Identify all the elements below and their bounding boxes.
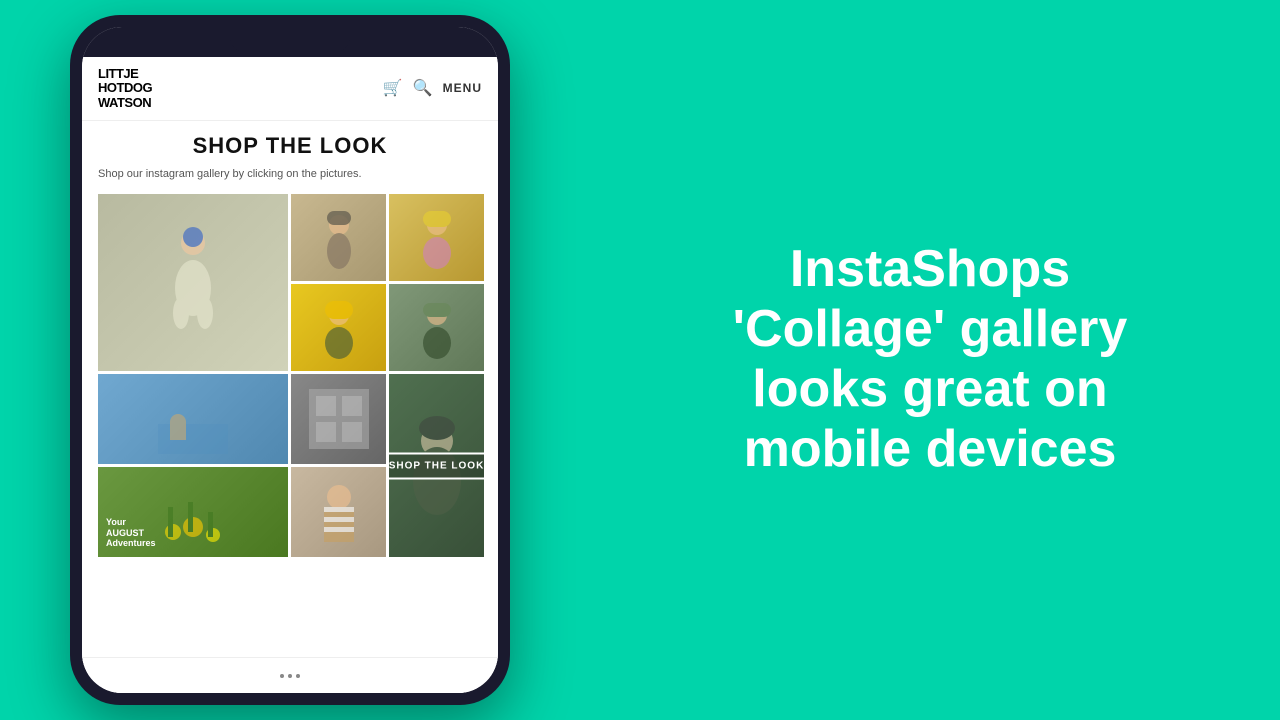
phone-notch — [82, 27, 498, 57]
menu-button[interactable]: MENU — [443, 81, 482, 95]
gallery-cell-flowers[interactable]: Your AUGUST Adventures — [98, 467, 288, 557]
header-icons: 🛒 🔍 MENU — [383, 78, 482, 98]
promo-line-2: 'Collage' gallery — [733, 300, 1128, 360]
gallery-cell-sea[interactable] — [98, 374, 288, 464]
shop-the-look-overlay[interactable]: SHOP THE LOOK — [389, 452, 484, 479]
page-title: SHOP THE LOOK — [98, 133, 482, 159]
search-icon[interactable]: 🔍 — [413, 78, 433, 98]
gallery-cell-window[interactable] — [291, 374, 386, 464]
phone-mockup: LITTJE HOTDOG WATSON 🛒 🔍 MENU SHOP THE L… — [70, 15, 510, 705]
screen-content: SHOP THE LOOK Shop our instagram gallery… — [82, 121, 498, 657]
site-logo: LITTJE HOTDOG WATSON — [98, 67, 152, 110]
gallery-cell-blue-jacket[interactable] — [389, 284, 484, 371]
dot-3 — [296, 674, 300, 678]
dot-1 — [280, 674, 284, 678]
dot-2 — [288, 674, 292, 678]
promo-text: InstaShops 'Collage' gallery looks great… — [733, 240, 1128, 479]
site-header: LITTJE HOTDOG WATSON 🛒 🔍 MENU — [82, 57, 498, 121]
promo-line-3: looks great on — [733, 360, 1128, 420]
page-subtitle: Shop our instagram gallery by clicking o… — [98, 167, 482, 182]
gallery-grid: SHOP THE LOOK — [98, 194, 482, 557]
gallery-cell-dark-hat[interactable]: SHOP THE LOOK — [389, 374, 484, 557]
gallery-cell-large[interactable] — [98, 194, 288, 371]
gallery-cell-zebra[interactable] — [291, 194, 386, 281]
right-panel: InstaShops 'Collage' gallery looks great… — [580, 0, 1280, 720]
promo-line-4: mobile devices — [733, 420, 1128, 480]
august-adventures-overlay: Your AUGUST Adventures — [106, 517, 156, 549]
home-indicator — [280, 674, 300, 678]
gallery-cell-cat[interactable] — [389, 194, 484, 281]
gallery-cell-yellow-hat[interactable] — [291, 284, 386, 371]
phone-bottom-bar — [82, 657, 498, 693]
gallery-cell-striped-kid[interactable] — [291, 467, 386, 557]
phone-screen: LITTJE HOTDOG WATSON 🛒 🔍 MENU SHOP THE L… — [82, 57, 498, 693]
cart-icon[interactable]: 🛒 — [383, 78, 403, 98]
left-panel: LITTJE HOTDOG WATSON 🛒 🔍 MENU SHOP THE L… — [0, 0, 580, 720]
promo-line-1: InstaShops — [733, 240, 1128, 300]
